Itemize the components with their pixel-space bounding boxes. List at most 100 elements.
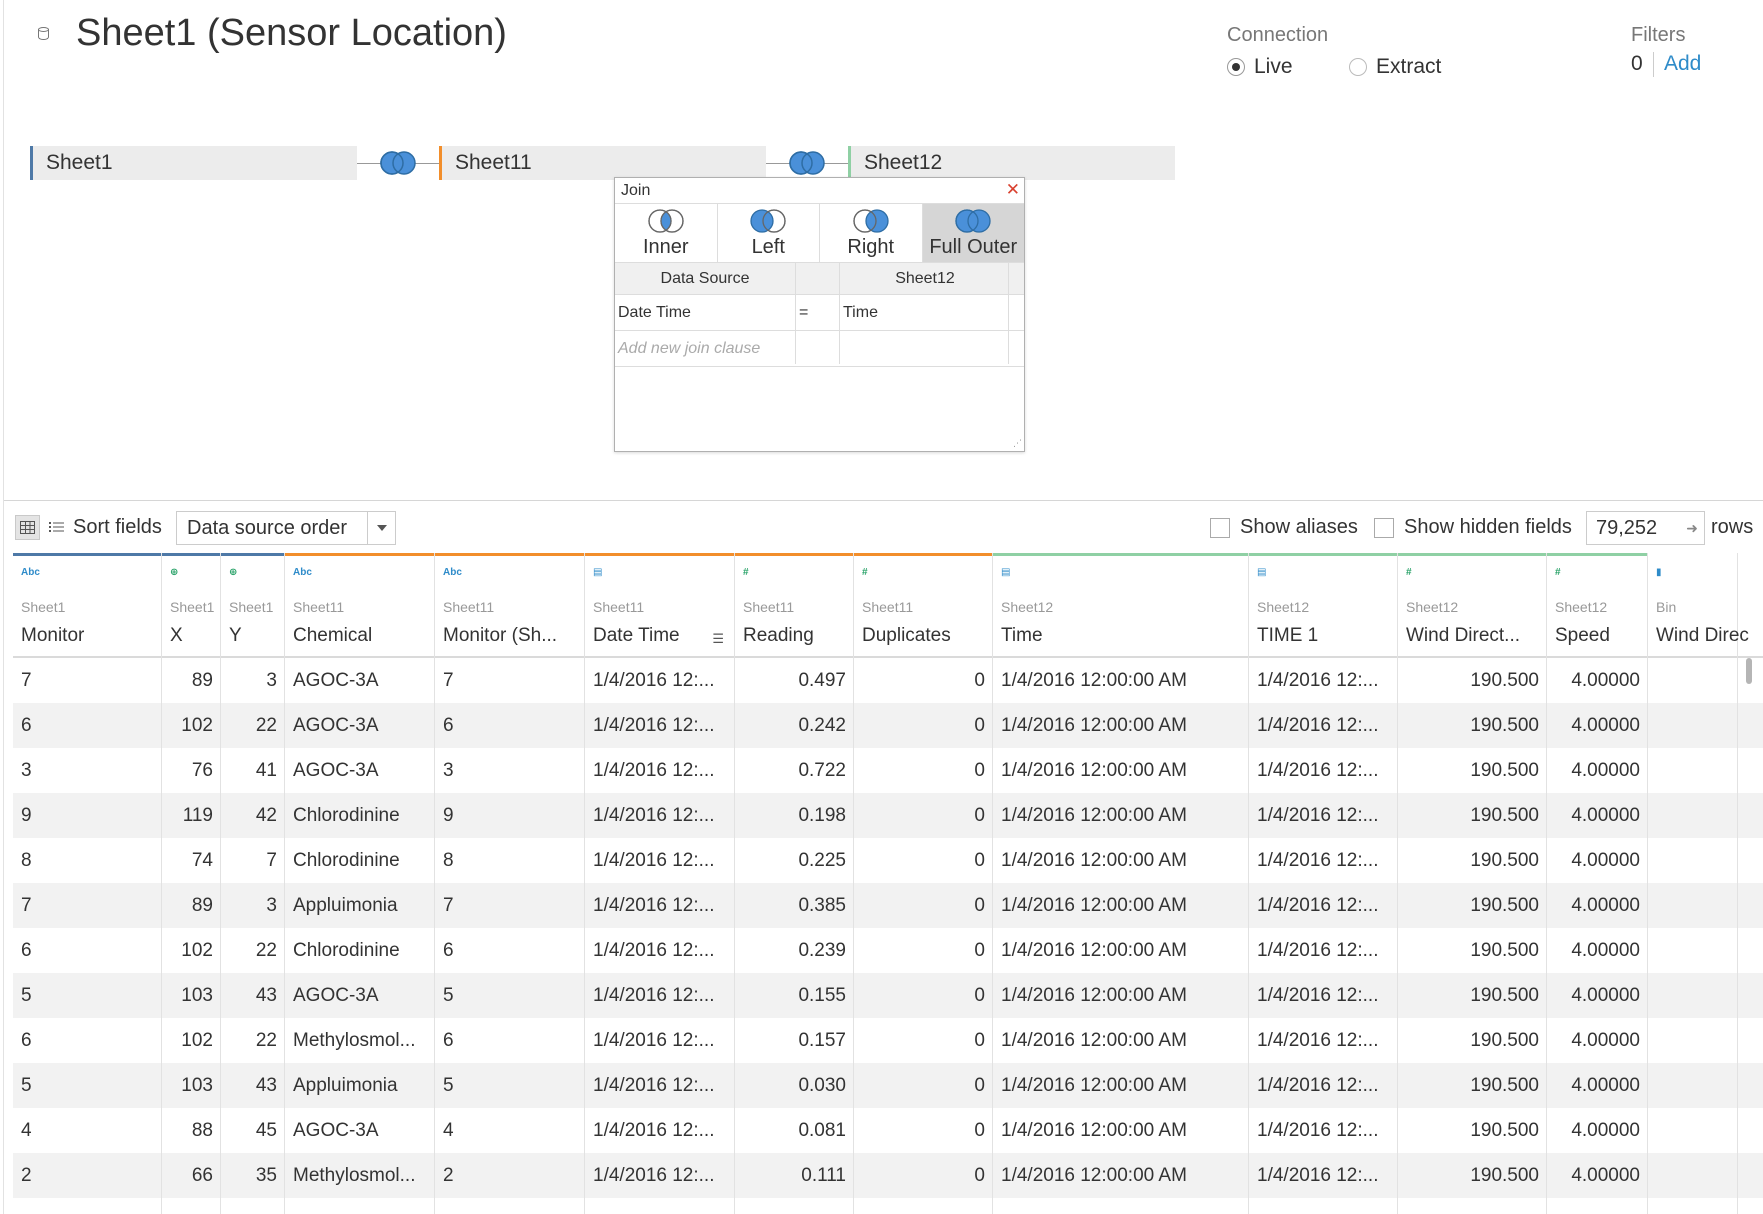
- join-type-right[interactable]: Right: [820, 204, 923, 262]
- join-type-full-outer[interactable]: Full Outer: [922, 204, 1024, 262]
- column-source-bar: [993, 553, 1248, 556]
- show-aliases-checkbox[interactable]: Show aliases: [1210, 516, 1358, 539]
- full-outer-join-icon[interactable]: [787, 150, 827, 176]
- section-divider: [4, 500, 1763, 501]
- data-source-page: { "header": { "title": "Sheet1 (Sensor L…: [0, 0, 1763, 1214]
- join-clause-row[interactable]: Date Time = Time: [615, 295, 1024, 331]
- live-label: Live: [1254, 55, 1293, 78]
- column-header[interactable]: # Sheet12 Speed: [1547, 553, 1648, 1214]
- extract-radio[interactable]: Extract: [1349, 55, 1441, 79]
- column-header[interactable]: ▤ Sheet12 Time: [993, 553, 1249, 1214]
- column-source-bar: [1648, 553, 1737, 556]
- column-header[interactable]: ⊕ Sheet1 X: [162, 553, 221, 1214]
- column-name[interactable]: X: [170, 625, 183, 647]
- grid-view-icon[interactable]: [15, 515, 40, 540]
- column-name[interactable]: Wind Direct...: [1406, 625, 1520, 647]
- show-aliases-label: Show aliases: [1240, 516, 1358, 538]
- globe-icon[interactable]: ⊕: [170, 567, 178, 585]
- checkbox-box[interactable]: [1374, 517, 1394, 538]
- page-title[interactable]: Sheet1 (Sensor Location): [76, 12, 507, 55]
- join-left-field[interactable]: Date Time: [618, 304, 691, 322]
- column-name[interactable]: Monitor: [21, 625, 84, 647]
- join-type-selector: Inner Left Right Full Outer: [615, 203, 1024, 263]
- column-source: Sheet12: [1406, 599, 1459, 615]
- right-source-header: Sheet12: [895, 270, 955, 287]
- datetime-icon[interactable]: ▤: [1257, 567, 1266, 585]
- column-source-bar: [1547, 553, 1647, 556]
- list-view-icon[interactable]: [46, 517, 66, 537]
- extract-label: Extract: [1376, 55, 1442, 78]
- data-grid: 7 89 3 AGOC-3A 7 1/4/2016 12:... 0.497 0 1/4/201…: [13, 553, 1763, 1214]
- join-type-left[interactable]: Left: [718, 204, 820, 262]
- join-operator[interactable]: =: [799, 304, 808, 322]
- rows-count-input[interactable]: 79,252 ➜: [1586, 511, 1705, 545]
- datetime-icon[interactable]: ▤: [593, 567, 602, 585]
- column-header[interactable]: # Sheet11 Reading: [735, 553, 854, 1214]
- sort-icon[interactable]: ☰: [712, 631, 724, 647]
- join-right-field[interactable]: Time: [843, 304, 878, 322]
- table-name: Sheet1: [46, 151, 113, 174]
- column-header[interactable]: # Sheet12 Wind Direct...: [1398, 553, 1547, 1214]
- column-name[interactable]: TIME 1: [1257, 625, 1318, 647]
- join-type-inner[interactable]: Inner: [615, 204, 718, 262]
- table-pill-sheet12[interactable]: Sheet12: [848, 146, 1175, 180]
- column-header[interactable]: ⊕ Sheet1 Y: [221, 553, 285, 1214]
- table-accent-sheet1: [30, 146, 33, 180]
- data-source-icon[interactable]: [38, 27, 50, 41]
- filters-count: 0: [1631, 52, 1643, 75]
- add-join-clause-row[interactable]: Add new join clause: [615, 331, 1024, 367]
- datetime-icon[interactable]: ▤: [1001, 567, 1010, 585]
- sort-fields-dropdown[interactable]: Data source order: [176, 511, 396, 545]
- rows-count-value: 79,252: [1596, 517, 1658, 539]
- column-source-bar: [435, 553, 584, 556]
- close-icon[interactable]: ✕: [1006, 181, 1020, 199]
- live-radio[interactable]: Live: [1227, 55, 1293, 79]
- table-name: Sheet12: [864, 151, 943, 174]
- column-name[interactable]: Monitor (Sh...: [443, 625, 557, 647]
- show-hidden-label: Show hidden fields: [1404, 516, 1572, 538]
- number-icon[interactable]: #: [1555, 567, 1561, 585]
- column-name[interactable]: Speed: [1555, 625, 1610, 647]
- column-header[interactable]: Abc Sheet11 Chemical: [285, 553, 435, 1214]
- right-join-icon: [853, 209, 889, 233]
- chevron-down-icon[interactable]: [367, 512, 395, 544]
- number-icon[interactable]: #: [743, 567, 749, 585]
- add-filter-link[interactable]: Add: [1664, 52, 1701, 76]
- column-header[interactable]: ▮ Bin Wind Direc: [1648, 553, 1749, 1214]
- resize-grip-icon[interactable]: ⋰: [1013, 438, 1022, 449]
- table-pill-sheet1[interactable]: Sheet1: [30, 146, 357, 180]
- table-pill-sheet11[interactable]: Sheet11: [439, 146, 766, 180]
- column-header[interactable]: ▤ Sheet12 TIME 1: [1249, 553, 1398, 1214]
- string-icon[interactable]: Abc: [443, 567, 462, 585]
- column-name[interactable]: Y: [229, 625, 242, 647]
- string-icon[interactable]: Abc: [21, 567, 40, 585]
- live-radio-dot[interactable]: [1227, 58, 1245, 76]
- join-clause-header: Data Source Sheet12: [615, 263, 1024, 295]
- number-icon[interactable]: #: [862, 567, 868, 585]
- number-icon[interactable]: #: [1406, 567, 1412, 585]
- checkbox-box[interactable]: [1210, 517, 1230, 538]
- column-source: Sheet11: [443, 599, 495, 615]
- column-name[interactable]: Reading: [743, 625, 814, 647]
- column-header[interactable]: Abc Sheet1 Monitor: [13, 553, 162, 1214]
- column-header[interactable]: ▤ Sheet11 Date Time ☰: [585, 553, 735, 1214]
- full-outer-join-icon[interactable]: [378, 150, 418, 176]
- globe-icon[interactable]: ⊕: [229, 567, 237, 585]
- add-join-clause[interactable]: Add new join clause: [618, 340, 760, 358]
- column-name[interactable]: Time: [1001, 625, 1043, 647]
- join-type-label: Inner: [642, 236, 689, 258]
- string-icon[interactable]: Abc: [293, 567, 312, 585]
- column-header[interactable]: # Sheet11 Duplicates: [854, 553, 993, 1214]
- extract-radio-dot[interactable]: [1349, 58, 1367, 76]
- arrow-right-icon[interactable]: ➜: [1686, 512, 1698, 544]
- column-source: Sheet11: [593, 599, 645, 615]
- show-hidden-fields-checkbox[interactable]: Show hidden fields: [1374, 516, 1572, 539]
- bin-icon[interactable]: ▮: [1656, 567, 1662, 585]
- column-name[interactable]: Chemical: [293, 625, 372, 647]
- clause-column-divider: [1008, 263, 1009, 364]
- column-name[interactable]: Date Time: [593, 625, 680, 647]
- column-header[interactable]: Abc Sheet11 Monitor (Sh...: [435, 553, 585, 1214]
- column-name[interactable]: Wind Direc: [1656, 625, 1749, 647]
- sort-fields-value: Data source order: [187, 517, 348, 539]
- column-name[interactable]: Duplicates: [862, 625, 951, 647]
